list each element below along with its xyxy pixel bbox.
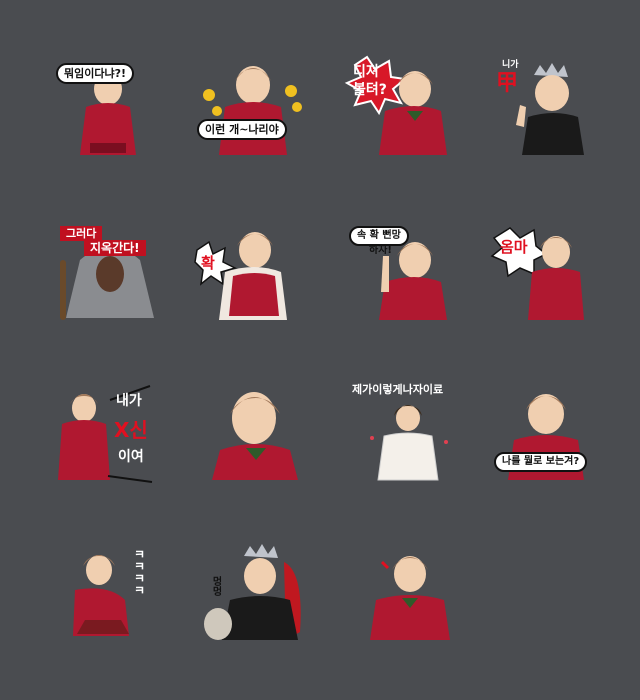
sticker-2-figure <box>203 66 302 155</box>
sticker-2[interactable]: 이런 개~나리야 <box>195 55 315 175</box>
sticker-9-caption-line2: X신 <box>114 418 148 442</box>
sticker-13-figure <box>73 555 129 636</box>
sticker-1[interactable]: 뭐임이다냐?! <box>50 55 170 175</box>
sticker-5[interactable]: 그러다 지옥간다! <box>50 220 170 340</box>
sticker-4-caption-big: 甲 <box>496 71 519 96</box>
sticker-7-caption-line2: 하자! <box>369 245 392 256</box>
sticker-6-figure <box>194 232 287 320</box>
sticker-9-caption-line3: 이여 <box>118 449 144 465</box>
sticker-4-caption-small: 니가 <box>502 60 519 70</box>
sticker-grid: 뭐임이다냐?! 이런 개~나리야 디져 볼텨? 니가 甲 그러다 지옥간다! 확… <box>0 0 640 700</box>
sticker-12-figure <box>508 394 584 480</box>
sticker-2-caption: 이런 개~나리야 <box>197 119 287 140</box>
sticker-3[interactable]: 디져 볼텨? <box>344 55 465 175</box>
sticker-7-caption-line1: 속 확 뻔망 <box>349 226 409 246</box>
sticker-6[interactable]: 확 <box>194 220 315 340</box>
sticker-5-caption-line2: 지옥간다! <box>84 240 146 256</box>
sticker-14-caption-small: 멍멍 <box>210 576 221 596</box>
sticker-10[interactable] <box>200 380 320 500</box>
sticker-15[interactable] <box>360 540 480 660</box>
sticker-1-caption: 뭐임이다냐?! <box>56 63 134 84</box>
sticker-9[interactable]: 내가 X신 이여 <box>50 380 170 500</box>
sticker-14[interactable]: 멍멍 <box>200 540 320 660</box>
sticker-12[interactable]: 나를 뭘로 보는겨? <box>490 380 610 500</box>
sticker-3-caption-line2: 볼텨? <box>353 82 387 98</box>
sticker-8[interactable]: 옴마 <box>490 220 610 340</box>
sticker-5-caption-line1: 그러다 <box>60 226 103 241</box>
sticker-11-caption: 제가이렇게나자이료 <box>352 383 444 396</box>
sticker-8-caption: 옴마 <box>500 238 528 256</box>
sticker-11-figure <box>370 405 448 481</box>
sticker-7[interactable]: 속 확 뻔망 하자! <box>345 220 465 340</box>
sticker-11[interactable]: 제가이렇게나자이료 <box>350 380 470 500</box>
sticker-3-caption-line1: 디져 <box>353 64 379 80</box>
sticker-14-figure <box>204 544 301 640</box>
sticker-12-caption: 나를 뭘로 보는겨? <box>494 452 588 472</box>
sticker-6-caption: 확 <box>201 254 215 272</box>
sticker-4[interactable]: 니가 甲 <box>490 55 610 175</box>
sticker-13-caption: ㅋㅋㅋㅋ <box>132 548 146 596</box>
sticker-15-figure <box>370 556 450 640</box>
sticker-10-figure <box>212 392 298 480</box>
sticker-9-figure <box>58 385 153 483</box>
sticker-13[interactable]: ㅋㅋㅋㅋ <box>55 540 175 660</box>
sticker-9-caption-line1: 내가 <box>116 393 142 409</box>
